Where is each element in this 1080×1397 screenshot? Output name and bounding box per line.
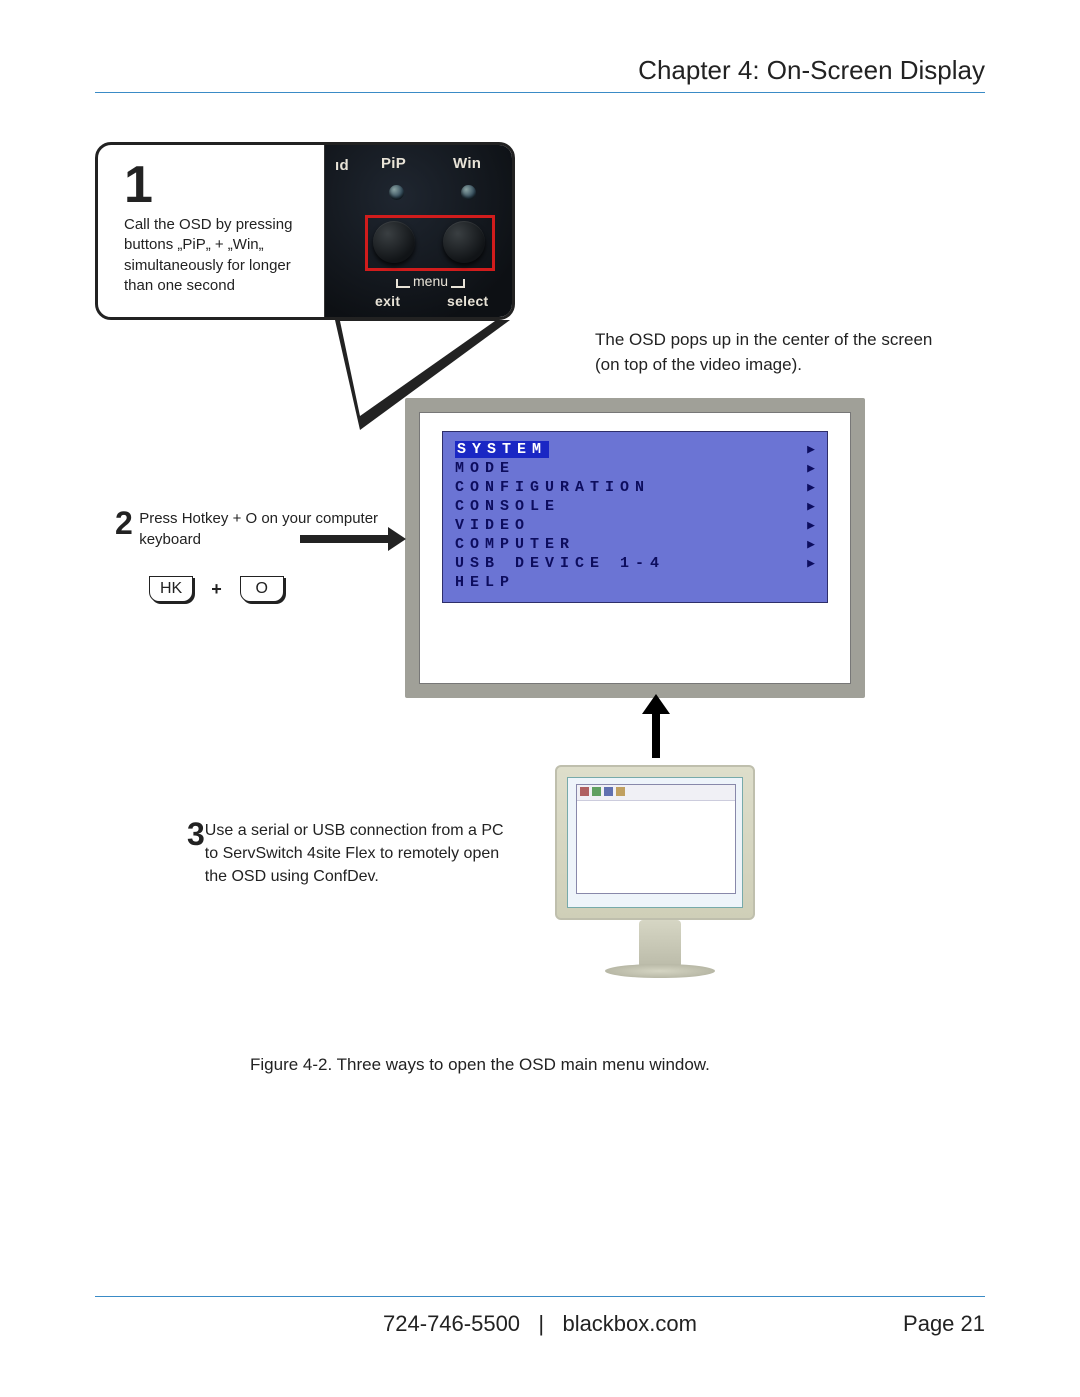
step2-number: 2	[115, 505, 139, 542]
step3-block: 3 Use a serial or USB connection from a …	[187, 816, 507, 889]
device-label-ld: ıd	[335, 157, 349, 174]
step3-text: Use a serial or USB connection from a PC…	[205, 816, 507, 889]
device-label-exit: exit	[375, 293, 400, 309]
arrow-right-icon	[300, 535, 390, 543]
confdev-window	[576, 784, 736, 894]
device-label-win: Win	[453, 155, 481, 172]
osd-menu-panel: SYSTEM▶ MODE▶ CONFIGURATION▶ CONSOLE▶ VI…	[442, 431, 828, 603]
step2-text: Press Hotkey + O on your computer keyboa…	[139, 505, 385, 550]
keycap-hk: HK	[149, 576, 193, 602]
device-knob-select	[443, 221, 485, 263]
osd-item-usb-device: USB DEVICE 1-4▶	[455, 554, 815, 573]
footer-separator: |	[538, 1311, 544, 1336]
keycap-plus: +	[211, 579, 222, 600]
osd-item-help: HELP	[455, 573, 815, 592]
arrow-up-icon	[652, 712, 660, 758]
footer-site: blackbox.com	[562, 1311, 697, 1336]
osd-item-computer: COMPUTER▶	[455, 535, 815, 554]
osd-item-mode: MODE▶	[455, 459, 815, 478]
device-led-1	[389, 185, 404, 200]
step1-callout: 1 Call the OSD by pressing buttons „PiP„…	[95, 142, 515, 320]
device-label-pip: PiP	[381, 155, 406, 172]
osd-note: The OSD pops up in the center of the scr…	[595, 328, 945, 377]
step1-number: 1	[124, 159, 324, 211]
osd-item-configuration: CONFIGURATION▶	[455, 478, 815, 497]
osd-item-console: CONSOLE▶	[455, 497, 815, 516]
header-rule	[95, 92, 985, 93]
footer-phone: 724-746-5500	[383, 1311, 520, 1336]
step2-block: 2 Press Hotkey + O on your computer keyb…	[115, 505, 385, 602]
keycap-o: O	[240, 576, 284, 602]
osd-item-video: VIDEO▶	[455, 516, 815, 535]
footer-rule	[95, 1296, 985, 1297]
device-label-menu: menu	[393, 273, 468, 289]
pc-monitor-illustration	[555, 765, 765, 978]
device-label-select: select	[447, 293, 489, 309]
chapter-title: Chapter 4: On-Screen Display	[95, 55, 985, 92]
page-footer: . 724-746-5500 | blackbox.com Page 21	[95, 1296, 985, 1337]
figure-caption: Figure 4-2. Three ways to open the OSD m…	[250, 1055, 710, 1075]
device-knob-exit	[373, 221, 415, 263]
osd-monitor: SYSTEM▶ MODE▶ CONFIGURATION▶ CONSOLE▶ VI…	[405, 398, 865, 698]
device-led-2	[461, 185, 476, 200]
device-photo: ıd PiP Win menu exit select	[324, 145, 512, 317]
step3-number: 3	[187, 816, 205, 853]
step1-text: Call the OSD by pressing buttons „PiP„ +…	[124, 215, 324, 296]
osd-item-system: SYSTEM▶	[455, 440, 815, 459]
